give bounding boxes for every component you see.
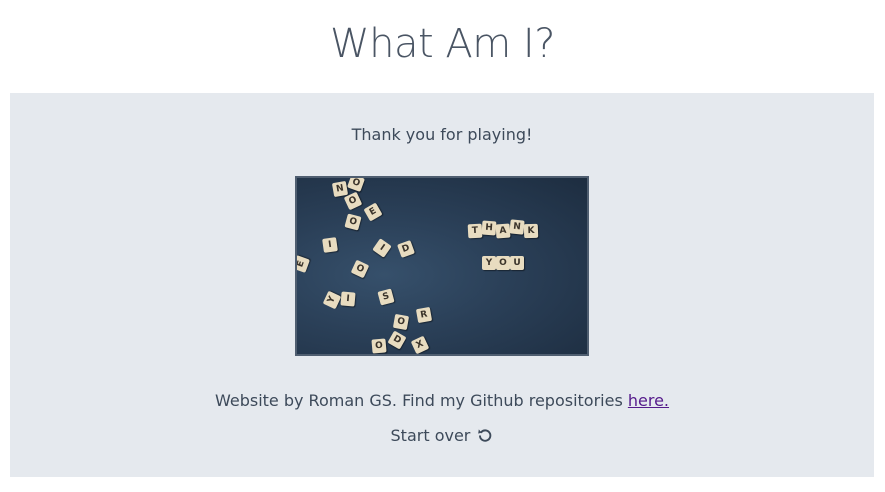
scrabble-tile: I: [340, 291, 356, 307]
scrabble-tile: U: [510, 256, 524, 270]
scrabble-tile: O: [496, 256, 510, 270]
scrabble-tile: N: [331, 180, 349, 198]
scrabble-tile: E: [297, 255, 310, 273]
scrabble-tile: D: [397, 240, 415, 258]
scrabble-tile: D: [387, 330, 407, 350]
scrabble-tile: O: [371, 338, 387, 354]
scrabble-tile: I: [372, 238, 392, 258]
start-over-button[interactable]: Start over: [10, 426, 874, 445]
scrabble-tile: T: [467, 223, 483, 239]
restart-icon: [477, 427, 493, 443]
scrabble-tile: Y: [322, 290, 342, 310]
scrabble-tile: E: [363, 202, 383, 222]
scrabble-tile: A: [495, 223, 511, 239]
scrabble-tile: S: [377, 288, 395, 306]
scrabble-tile: O: [350, 259, 370, 279]
scrabble-tile: N: [509, 219, 525, 235]
end-screen-panel: Thank you for playing! N O O O E I I D E…: [10, 93, 874, 477]
scrabble-tile: X: [410, 335, 430, 354]
thanks-message: Thank you for playing!: [351, 125, 533, 144]
credit-line: Website by Roman GS. Find my Github repo…: [10, 391, 874, 410]
scrabble-tile: I: [322, 237, 338, 253]
github-link[interactable]: here.: [628, 391, 669, 410]
scrabble-tile: Y: [482, 256, 496, 270]
scrabble-tile: K: [523, 223, 539, 239]
scrabble-tile: O: [347, 178, 365, 192]
scrabble-tile: O: [392, 313, 410, 331]
scrabble-tile: O: [344, 213, 362, 231]
scrabble-tile: R: [415, 306, 433, 324]
credit-text: Website by Roman GS. Find my Github repo…: [214, 391, 628, 410]
start-over-label: Start over: [390, 426, 471, 445]
thank-you-image: N O O O E I I D E O Y I S O R D O X T H …: [295, 176, 589, 356]
page-title: What Am I?: [330, 21, 555, 67]
scrabble-tile: H: [481, 220, 497, 236]
